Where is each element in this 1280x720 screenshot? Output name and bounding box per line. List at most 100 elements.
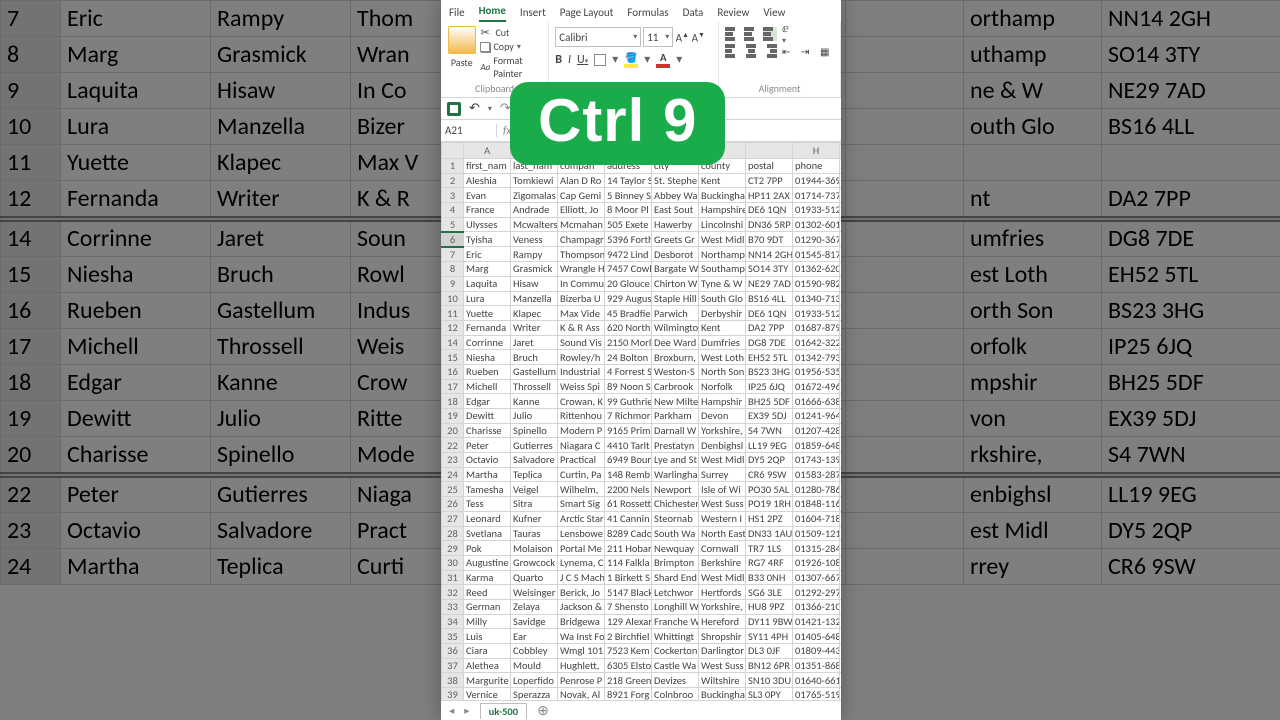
cell[interactable]: West Suss [699,497,746,512]
cell[interactable]: Karma [464,570,511,585]
cell[interactable]: NE29 7AD [1102,73,1280,109]
cell[interactable]: Grasmick [511,262,558,277]
cell[interactable]: Mcmahan [558,217,605,232]
cell[interactable] [846,329,964,365]
cell[interactable]: CR6 9SW [1102,549,1280,585]
orientation-button[interactable]: ⅇ▾ [782,27,796,41]
cell[interactable]: 01545-817 [793,247,840,262]
row-number[interactable]: 7 [1,1,61,37]
cell[interactable]: 01743-139 [793,453,840,468]
sheet-tab-active[interactable]: uk-500 [480,703,528,719]
cell[interactable]: 01714-737 [793,188,840,203]
cell[interactable]: Throssell [211,329,351,365]
cell[interactable]: ve [840,688,842,700]
fill-color-button[interactable]: 🪣 [624,51,638,68]
undo-menu[interactable]: ▾ [488,104,492,114]
cell[interactable]: Vernice [464,688,511,700]
cell[interactable]: Julio [211,401,351,437]
italic-button[interactable]: I [568,53,571,67]
font-color-button[interactable]: A [656,51,670,68]
cell[interactable]: Weisinger [511,585,558,600]
table-row[interactable]: 35LuisEarWa Inst Fo2 BirchfielWhittingtS… [442,629,842,644]
cell[interactable]: Broxburn, [652,350,699,365]
increase-indent-button[interactable]: ⇥ [801,44,815,58]
font-name-select[interactable]: Calibri▾ [555,27,641,47]
merge-button[interactable]: ▦ [820,44,834,58]
cell[interactable]: SO14 3TY [1102,37,1280,73]
cell[interactable]: Teplica [211,549,351,585]
row-number[interactable]: 32 [442,585,464,600]
cell[interactable] [846,401,964,437]
cell[interactable]: Wran [351,37,446,73]
cell[interactable]: 01405-648 [793,629,840,644]
cell[interactable]: 01207-428 [793,423,840,438]
cell[interactable]: Margurite [464,673,511,688]
cell[interactable]: 6305 Elsto [605,658,652,673]
cell[interactable]: 01590-982 [793,276,840,291]
table-row[interactable]: 17MichellThrossellWeiss Spi89 Noon SCarb… [442,379,842,394]
cell[interactable]: Quarto [511,570,558,585]
cell[interactable]: 01809-443 [793,644,840,659]
cell[interactable]: West Suss [699,658,746,673]
font-size-select[interactable]: 11▾ [643,27,673,47]
row-number[interactable]: 15 [1,257,61,293]
sheet-prev-button[interactable]: ◂ [449,704,454,717]
cell[interactable] [846,1,964,37]
row-number[interactable]: 16 [1,293,61,329]
cell[interactable]: Carbrook [652,379,699,394]
cell[interactable]: Laquita [61,73,211,109]
cell[interactable]: Greets Gr [652,232,699,247]
cell[interactable]: Niaga [351,477,446,513]
cell[interactable]: outh Glo [964,109,1102,145]
cell[interactable]: de [840,409,842,424]
row-number[interactable]: 9 [442,276,464,291]
cell[interactable]: Berkshire [699,555,746,570]
cell[interactable]: Warlingha [652,467,699,482]
cell[interactable]: lu [840,291,842,306]
cell[interactable]: 01421-132 [793,614,840,629]
cell[interactable]: 01351-868 [793,658,840,673]
cell[interactable]: 61 Rossett [605,497,652,512]
row-number[interactable]: 15 [442,350,464,365]
cell[interactable] [846,37,964,73]
table-row[interactable]: 16RuebenGastellumIndustrial4 Forrest SWe… [442,364,842,379]
cell[interactable] [846,221,964,257]
cell[interactable]: Wrangle H [558,262,605,277]
cell[interactable]: Gutierres [511,438,558,453]
cell[interactable]: 01859-648 [793,438,840,453]
cell[interactable]: CT2 7PP [746,173,793,188]
cell[interactable]: HS1 2PZ [746,511,793,526]
cell[interactable]: German [464,599,511,614]
row-number[interactable]: 20 [442,423,464,438]
cell[interactable]: 620 North [605,320,652,335]
cell[interactable] [846,549,964,585]
cell[interactable]: West Loth [699,350,746,365]
cell[interactable]: Weiss Spi [558,379,605,394]
cell[interactable]: e [840,159,842,174]
cell[interactable]: rrey [964,549,1102,585]
cell[interactable]: 8921 Forg [605,688,652,700]
cell[interactable]: Evan [464,188,511,203]
cell[interactable]: ul [840,217,842,232]
cell[interactable]: first_nam [464,159,511,174]
cell[interactable]: m [840,673,842,688]
row-number[interactable]: 34 [442,614,464,629]
cell[interactable]: Sitra [511,497,558,512]
cell[interactable]: PO19 1RH [746,497,793,512]
cell[interactable]: lk [840,511,842,526]
cell[interactable]: Yuette [61,145,211,181]
cell[interactable]: Marg [61,37,211,73]
row-number[interactable]: 37 [442,658,464,673]
cell[interactable]: DY5 2QP [1102,513,1280,549]
cell[interactable]: 7 Richmor [605,409,652,424]
table-row[interactable]: 15NieshaBruchRowley/h24 BoltonBroxburn,W… [442,350,842,365]
cell[interactable]: Whittingt [652,629,699,644]
cell[interactable]: pe [840,438,842,453]
cell[interactable]: 01666-638 [793,394,840,409]
cell[interactable]: 9472 Lind [605,247,652,262]
cell[interactable]: 218 Green [605,673,652,688]
cell[interactable]: 01956-535 [793,364,840,379]
cell[interactable]: Bridgewa [558,614,605,629]
cell[interactable]: 7457 Cowl [605,262,652,277]
cell[interactable]: EX39 5DJ [746,409,793,424]
